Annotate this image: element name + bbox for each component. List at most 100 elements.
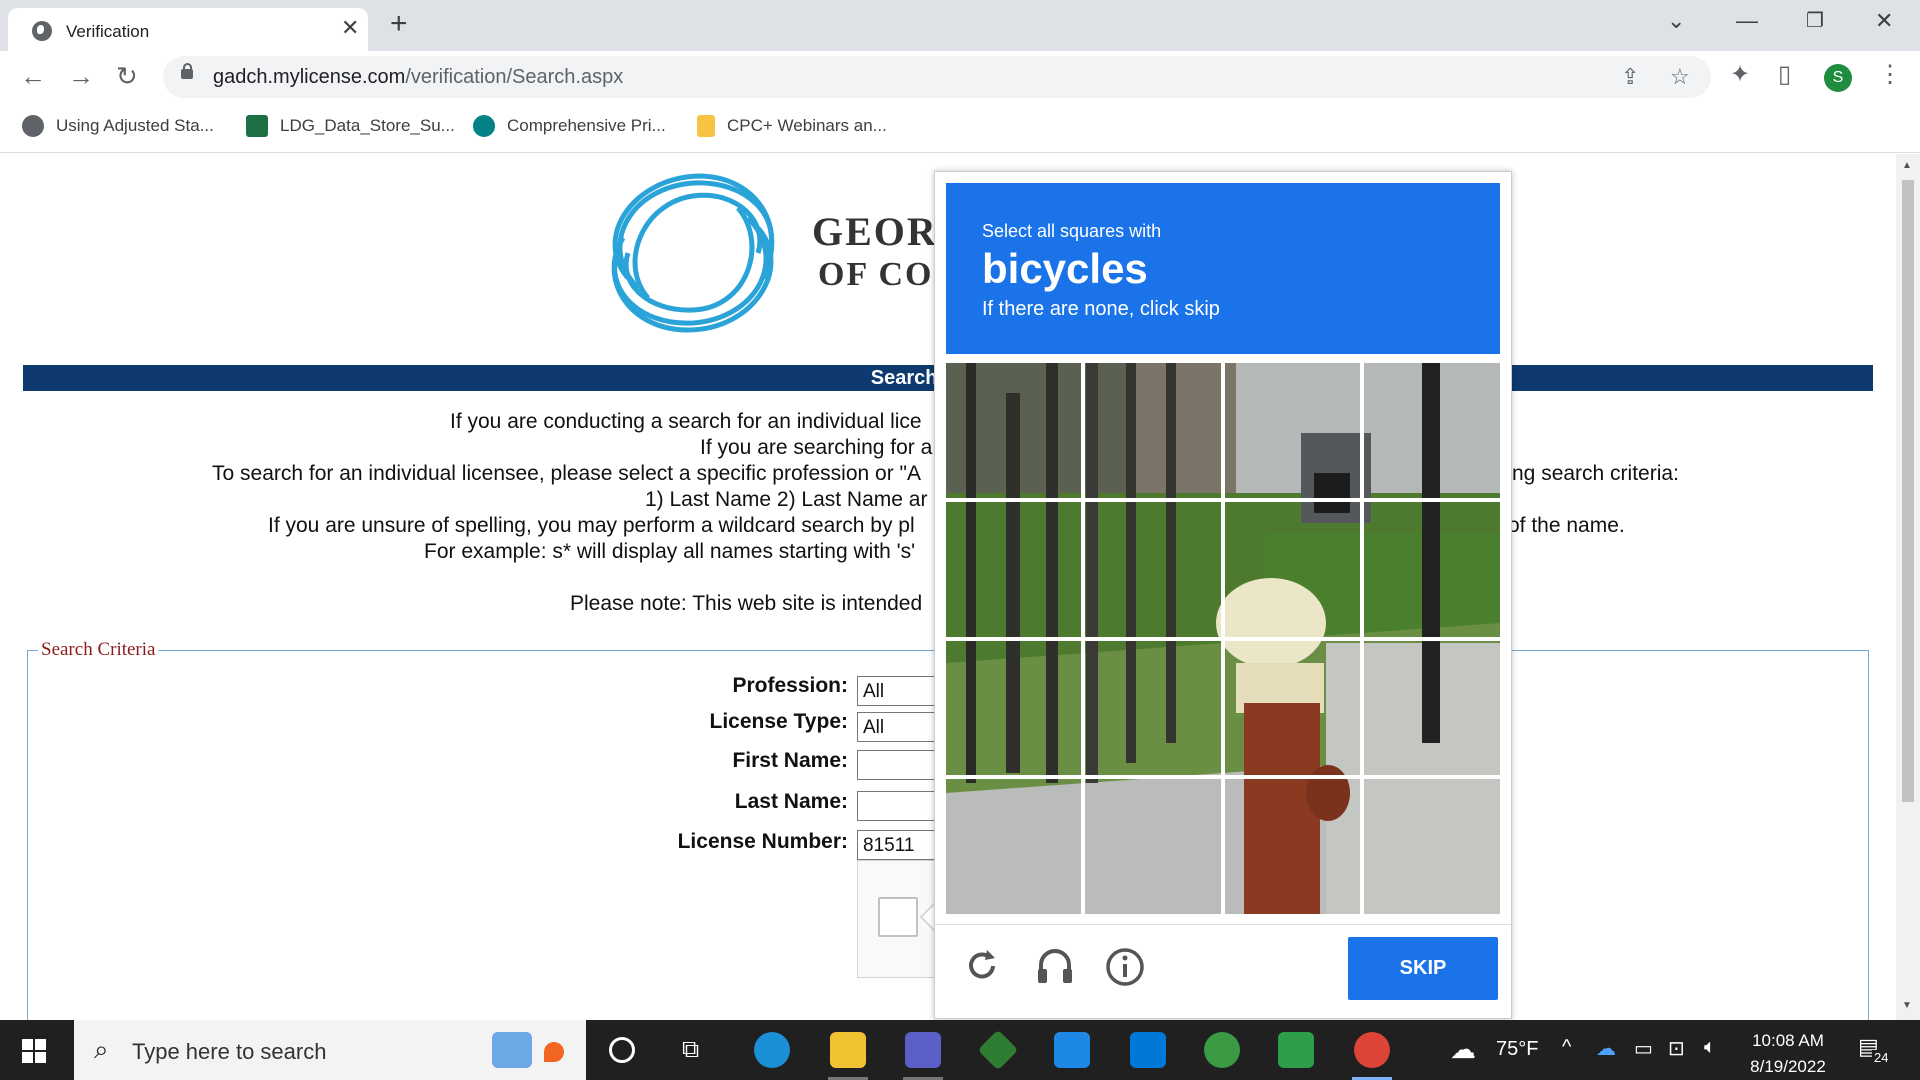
bookmarks-bar: Using Adjusted Sta... LDG_Data_Store_Su.… — [0, 103, 1920, 153]
minimize-icon[interactable]: — — [1736, 10, 1758, 32]
task-view-icon[interactable]: ⧉ — [682, 1036, 699, 1064]
taskbar: ⌕ Type here to search ⧉ ☁ 75°F ^ ☁ ▭ ⊡ 🔈… — [0, 1020, 1920, 1080]
map-pin-icon — [544, 1042, 564, 1062]
profile-avatar[interactable]: S — [1824, 64, 1852, 92]
scroll-down-icon[interactable]: ▼ — [1902, 1000, 1912, 1011]
tab-strip: Verification ✕ + ⌄ — ❐ ✕ — [0, 0, 1920, 51]
skip-button[interactable]: SKIP — [1348, 937, 1498, 1000]
captcha-target: bicycles — [982, 245, 1148, 292]
info-icon[interactable] — [1105, 947, 1145, 987]
bookmark-item[interactable]: LDG_Data_Store_Su... — [246, 115, 455, 137]
url-text: gadch.mylicense.com/verification/Search.… — [213, 66, 624, 88]
captcha-grid-lines — [946, 363, 1500, 914]
cortana-icon[interactable] — [609, 1037, 635, 1063]
license-type-label: License Type: — [709, 710, 849, 733]
brand-line-2: OF CO — [818, 256, 934, 293]
audio-challenge-icon[interactable] — [1035, 947, 1075, 985]
bookmark-item[interactable]: Using Adjusted Sta... — [22, 115, 214, 137]
bookmark-label: Using Adjusted Sta... — [56, 116, 214, 135]
player-icon[interactable] — [1278, 1032, 1314, 1068]
excel-icon — [246, 115, 268, 137]
scroll-up-icon[interactable]: ▲ — [1902, 160, 1912, 171]
first-name-label: First Name: — [732, 749, 848, 772]
extensions-icon[interactable]: ✦ — [1730, 63, 1750, 87]
board-logo — [611, 173, 775, 333]
search-highlight-icon — [492, 1032, 532, 1068]
reload-icon[interactable]: ↻ — [116, 63, 138, 89]
address-bar[interactable]: gadch.mylicense.com/verification/Search.… — [163, 56, 1711, 98]
share-icon[interactable]: ⇪ — [1621, 64, 1639, 90]
tab-title: Verification — [66, 22, 150, 41]
network-icon[interactable]: ⊡ — [1668, 1036, 1685, 1061]
weather-cloud-icon[interactable]: ☁ — [1450, 1034, 1476, 1065]
info-text: If you are searching for a — [700, 436, 933, 459]
captcha-challenge: Select all squares with bicycles If ther… — [934, 171, 1512, 1019]
app-s-icon[interactable] — [1054, 1032, 1090, 1068]
bookmark-item[interactable]: CPC+ Webinars an... — [697, 115, 887, 137]
window-close-icon[interactable]: ✕ — [1875, 10, 1893, 32]
bookmark-label: CPC+ Webinars an... — [727, 116, 887, 135]
captcha-instruction: Select all squares with — [982, 221, 1162, 241]
search-criteria-legend: Search Criteria — [38, 639, 159, 661]
sharepoint-icon — [473, 115, 495, 137]
folder-icon — [697, 115, 715, 137]
search-icon: ⌕ — [94, 1034, 109, 1064]
clock-time: 10:08 AM — [1752, 1031, 1824, 1050]
start-windows-icon[interactable] — [22, 1039, 46, 1063]
bookmark-label: LDG_Data_Store_Su... — [280, 116, 455, 135]
globe-icon — [32, 21, 52, 41]
page-scrollbar[interactable]: ▲ ▼ — [1896, 154, 1920, 1020]
lock-icon — [181, 63, 193, 79]
back-icon[interactable]: ← — [20, 63, 46, 89]
info-text: If you are conducting a search for an in… — [450, 410, 922, 433]
tab-search-icon[interactable]: ⌄ — [1667, 10, 1685, 32]
chevron-up-icon[interactable]: ^ — [1562, 1036, 1571, 1059]
notification-count: 24 — [1872, 1050, 1891, 1065]
restore-icon[interactable]: ❐ — [1806, 10, 1824, 32]
captcha-image-grid — [946, 363, 1500, 914]
edge-icon[interactable] — [754, 1032, 790, 1068]
vscode-icon[interactable] — [1130, 1032, 1166, 1068]
system-clock[interactable]: 10:08 AM 8/19/2022 — [1728, 1028, 1848, 1080]
scroll-thumb[interactable] — [1902, 180, 1914, 802]
close-tab-icon[interactable]: ✕ — [341, 17, 359, 39]
volume-icon[interactable]: 🔈︎ — [1704, 1036, 1716, 1059]
forward-icon[interactable]: → — [68, 63, 94, 89]
captcha-pointer-inner — [922, 905, 934, 929]
taskbar-search[interactable]: ⌕ Type here to search — [74, 1020, 586, 1080]
captcha-header: Select all squares with bicycles If ther… — [946, 183, 1500, 354]
captcha-footer-divider — [935, 924, 1511, 925]
info-text: To search for an individual licensee, pl… — [212, 462, 921, 485]
battery-icon[interactable]: ▭ — [1634, 1036, 1653, 1061]
captcha-hint: If there are none, click skip — [982, 298, 1220, 320]
info-text: 1) Last Name 2) Last Name ar — [645, 488, 928, 511]
new-tab-button[interactable]: + — [390, 9, 408, 39]
globe-icon — [22, 115, 44, 137]
profession-label: Profession: — [732, 674, 848, 697]
info-text: Please note: This web site is intended — [570, 592, 923, 615]
info-text: For example: s* will display all names s… — [424, 540, 916, 563]
teams-icon[interactable] — [905, 1032, 941, 1068]
weather-temp[interactable]: 75°F — [1496, 1038, 1538, 1061]
info-text: of the name. — [1508, 514, 1625, 537]
globe-app-icon[interactable] — [1204, 1032, 1240, 1068]
git-icon[interactable] — [977, 1029, 1019, 1071]
last-name-label: Last Name: — [734, 790, 848, 813]
side-panel-icon[interactable]: ▯ — [1778, 63, 1791, 87]
info-text: If you are unsure of spelling, you may p… — [268, 514, 915, 537]
tab-verification[interactable]: Verification ✕ — [8, 8, 368, 51]
onedrive-icon[interactable]: ☁ — [1596, 1036, 1616, 1061]
bookmark-star-icon[interactable]: ☆ — [1670, 64, 1690, 90]
bookmark-label: Comprehensive Pri... — [507, 116, 666, 135]
chrome-icon[interactable] — [1354, 1032, 1390, 1068]
reload-challenge-icon[interactable] — [963, 947, 1001, 985]
recaptcha-checkbox[interactable] — [878, 897, 918, 937]
license-number-label: License Number: — [677, 830, 848, 853]
bookmark-item[interactable]: Comprehensive Pri... — [473, 115, 666, 137]
clock-date: 8/19/2022 — [1750, 1057, 1826, 1076]
taskbar-search-placeholder: Type here to search — [132, 1039, 327, 1064]
menu-icon[interactable]: ⋮ — [1878, 63, 1902, 87]
browser-toolbar: ← → ↻ gadch.mylicense.com/verification/S… — [0, 51, 1920, 103]
info-text: ng search criteria: — [1512, 462, 1679, 485]
file-explorer-icon[interactable] — [830, 1032, 866, 1068]
